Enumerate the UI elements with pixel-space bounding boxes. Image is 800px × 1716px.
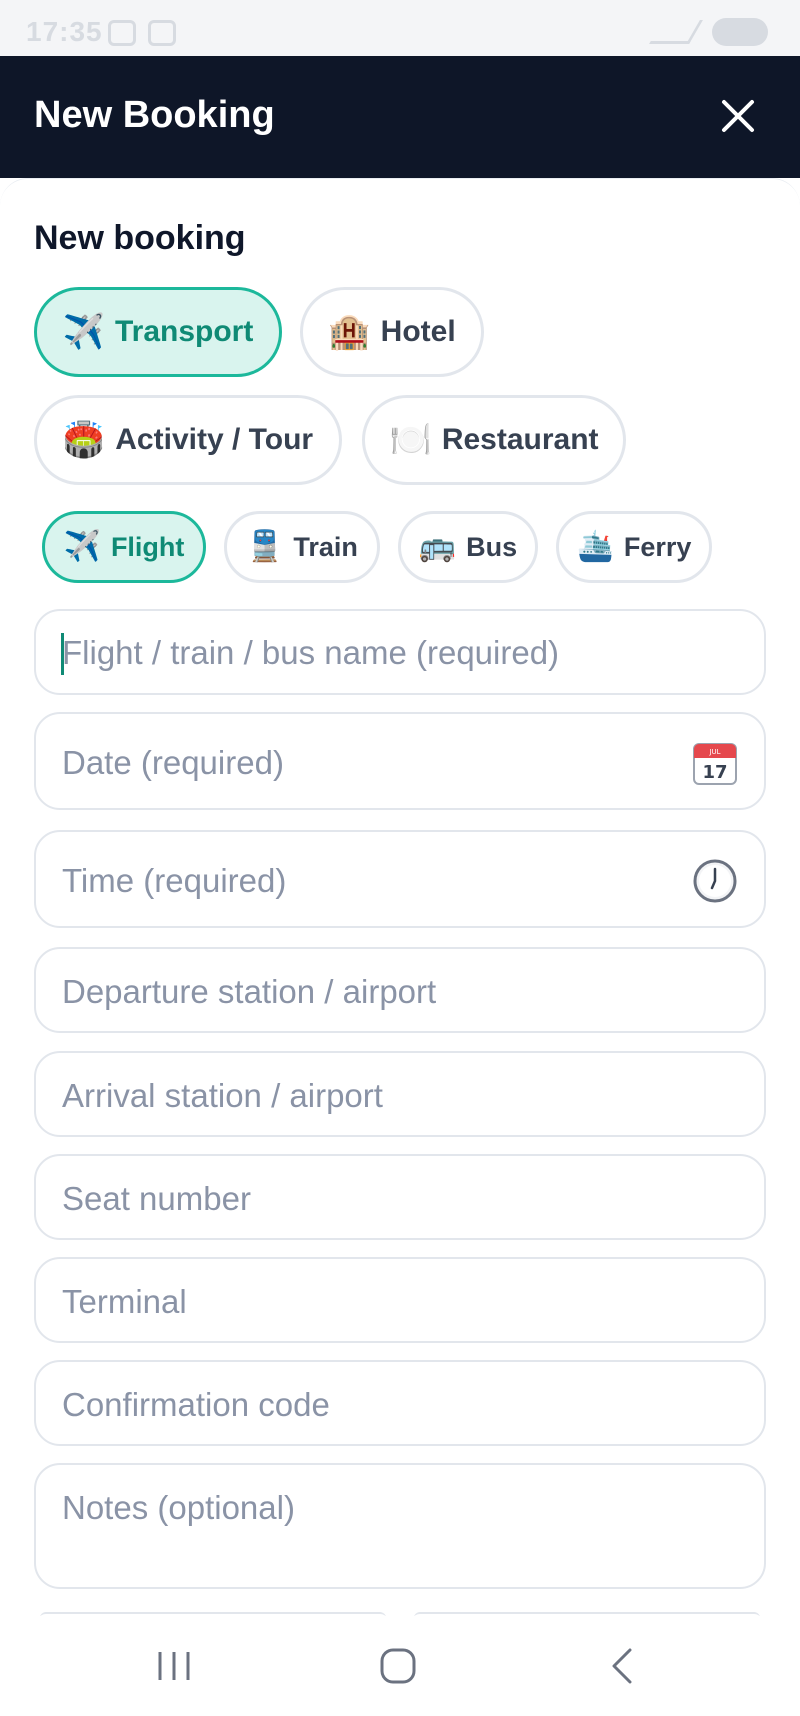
airplane-icon: ✈️ xyxy=(63,530,101,563)
stadium-icon: 🏟️ xyxy=(62,421,106,459)
train-icon: 🚆 xyxy=(246,530,284,563)
departure-placeholder: Departure station / airport xyxy=(62,973,437,1010)
status-notification-icons xyxy=(108,20,176,46)
calendar-icon[interactable]: JUL 17 xyxy=(692,740,738,786)
recent-apps-icon xyxy=(158,1652,190,1680)
date-placeholder: Date (required) xyxy=(62,744,284,781)
clock-icon[interactable] xyxy=(692,858,738,904)
close-icon xyxy=(722,100,754,132)
category-chip-hotel[interactable]: 🏨 Hotel xyxy=(300,287,484,377)
back-chevron-icon xyxy=(612,1648,632,1684)
departure-field[interactable]: Departure station / airport xyxy=(34,947,766,1033)
category-chip-activity-tour[interactable]: 🏟️ Activity / Tour xyxy=(34,395,342,485)
date-field[interactable]: Date (required) JUL 17 xyxy=(34,712,766,810)
transport-chip-bus[interactable]: 🚌 Bus xyxy=(398,511,538,583)
bus-icon: 🚌 xyxy=(418,530,457,563)
recent-apps-button[interactable] xyxy=(134,1636,214,1696)
notes-field[interactable]: Notes (optional) xyxy=(34,1463,766,1589)
time-placeholder: Time (required) xyxy=(62,862,287,899)
status-bar: 17:35 xyxy=(0,0,800,56)
arrival-placeholder: Arrival station / airport xyxy=(62,1077,383,1114)
transport-chip-train[interactable]: 🚆 Train xyxy=(224,511,380,583)
terminal-placeholder: Terminal xyxy=(62,1283,187,1320)
section-title: New booking xyxy=(34,219,246,257)
status-right-icons xyxy=(649,18,768,46)
page-title: New Booking xyxy=(34,94,275,136)
chip-label: Transport xyxy=(114,315,254,348)
calendar-day: 17 xyxy=(702,762,727,783)
chip-label: Hotel xyxy=(380,315,456,348)
wifi-signal-icon xyxy=(649,20,703,44)
chip-label: Train xyxy=(293,531,358,562)
chip-label: Activity / Tour xyxy=(115,423,314,456)
close-button[interactable] xyxy=(704,82,772,150)
booking-sheet: New booking ✈️ Transport 🏨 Hotel 🏟️ Acti… xyxy=(0,178,800,1613)
hotel-icon: 🏨 xyxy=(328,313,371,351)
chip-label: Restaurant xyxy=(441,423,599,456)
notes-placeholder: Notes (optional) xyxy=(62,1489,295,1526)
time-field[interactable]: Time (required) xyxy=(34,830,766,928)
home-button[interactable] xyxy=(358,1636,438,1696)
confirmation-code-field[interactable]: Confirmation code xyxy=(34,1360,766,1446)
calendar-month: JUL xyxy=(708,748,720,756)
transport-chip-flight[interactable]: ✈️ Flight xyxy=(42,511,206,583)
airplane-icon: ✈️ xyxy=(62,313,105,351)
transport-chip-ferry[interactable]: 🛳️ Ferry xyxy=(556,511,712,583)
ship-icon: 🛳️ xyxy=(576,530,614,563)
chip-label: Bus xyxy=(466,531,518,562)
system-nav-bar xyxy=(0,1616,800,1716)
status-time: 17:35 xyxy=(26,16,103,47)
chip-label: Flight xyxy=(110,531,185,562)
category-chip-transport[interactable]: ✈️ Transport xyxy=(34,287,282,377)
category-chip-restaurant[interactable]: 🍽️ Restaurant xyxy=(362,395,626,485)
home-icon xyxy=(380,1648,416,1684)
seat-placeholder: Seat number xyxy=(62,1180,251,1217)
name-field[interactable]: Flight / train / bus name (required) xyxy=(34,609,766,695)
arrival-field[interactable]: Arrival station / airport xyxy=(34,1051,766,1137)
chip-label: Ferry xyxy=(623,531,692,562)
plate-cutlery-icon: 🍽️ xyxy=(389,421,432,459)
confirmation-placeholder: Confirmation code xyxy=(62,1386,330,1423)
terminal-field[interactable]: Terminal xyxy=(34,1257,766,1343)
seat-number-field[interactable]: Seat number xyxy=(34,1154,766,1240)
linkedin-icon xyxy=(148,20,176,46)
app-header: New Booking xyxy=(0,56,800,178)
notification-icon xyxy=(108,20,136,46)
back-button[interactable] xyxy=(582,1636,662,1696)
name-placeholder: Flight / train / bus name (required) xyxy=(62,634,560,671)
battery-icon xyxy=(712,18,768,46)
